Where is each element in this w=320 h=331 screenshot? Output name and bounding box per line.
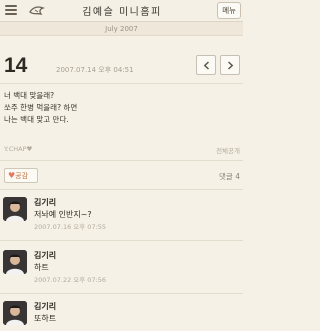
comment-author[interactable]: 김기리: [34, 250, 56, 261]
avatar[interactable]: [3, 250, 27, 274]
post-day-number: 14: [4, 54, 28, 77]
divider: [0, 83, 243, 84]
divider: [0, 189, 243, 190]
post-body: 너 백대 맞을래? 쏘주 한병 먹을래? 하면 나는 백대 맞고 만다.: [4, 90, 239, 126]
comment-count: 댓글 4: [219, 172, 240, 181]
chevron-right-icon: [227, 61, 234, 70]
post-body-line: 너 백대 맞을래?: [4, 91, 55, 100]
comment-author[interactable]: 김기리: [34, 301, 56, 312]
comment-text: 하트: [34, 263, 49, 272]
post-author: Y.CHAP♥: [4, 145, 32, 153]
hamburger-icon[interactable]: [5, 5, 17, 15]
divider: [0, 293, 243, 294]
avatar[interactable]: [3, 301, 27, 325]
like-button[interactable]: ♥공감: [4, 168, 38, 183]
comment-text: 저놔예 인반지~?: [34, 210, 92, 219]
mini-homepage-screen: 김예슬 미니홈피 메뉴 July 2007 14 2007.07.14 오후 0…: [0, 0, 243, 331]
divider: [0, 240, 243, 241]
post-author-name: Y.CHAP: [4, 145, 27, 153]
comment-author[interactable]: 김기리: [34, 197, 56, 208]
post-body-line: 쏘주 한병 먹을래? 하면: [4, 103, 78, 112]
comment-time: 2007.07.16 오후 07:55: [34, 223, 107, 231]
comment-time: 2007.07.22 오후 07:56: [34, 276, 107, 284]
previous-post-button[interactable]: [196, 55, 216, 75]
avatar[interactable]: [3, 197, 27, 221]
next-post-button[interactable]: [220, 55, 240, 75]
post-datetime: 2007.07.14 오후 04:51: [56, 66, 134, 74]
like-label: 공감: [15, 172, 29, 180]
page-title: 김예슬 미니홈피: [82, 7, 162, 18]
month-label: July 2007: [0, 22, 243, 36]
top-header: 김예슬 미니홈피 메뉴: [0, 0, 243, 22]
comment-text: 또하트: [34, 314, 57, 323]
post-body-line: 나는 백대 맞고 만다.: [4, 115, 69, 124]
divider: [0, 160, 243, 161]
bird-icon[interactable]: [28, 3, 45, 18]
heart-icon: ♥: [26, 145, 33, 153]
chevron-left-icon: [203, 61, 210, 70]
privacy-label: 전체공개: [216, 147, 240, 155]
menu-button[interactable]: 메뉴: [217, 2, 241, 19]
